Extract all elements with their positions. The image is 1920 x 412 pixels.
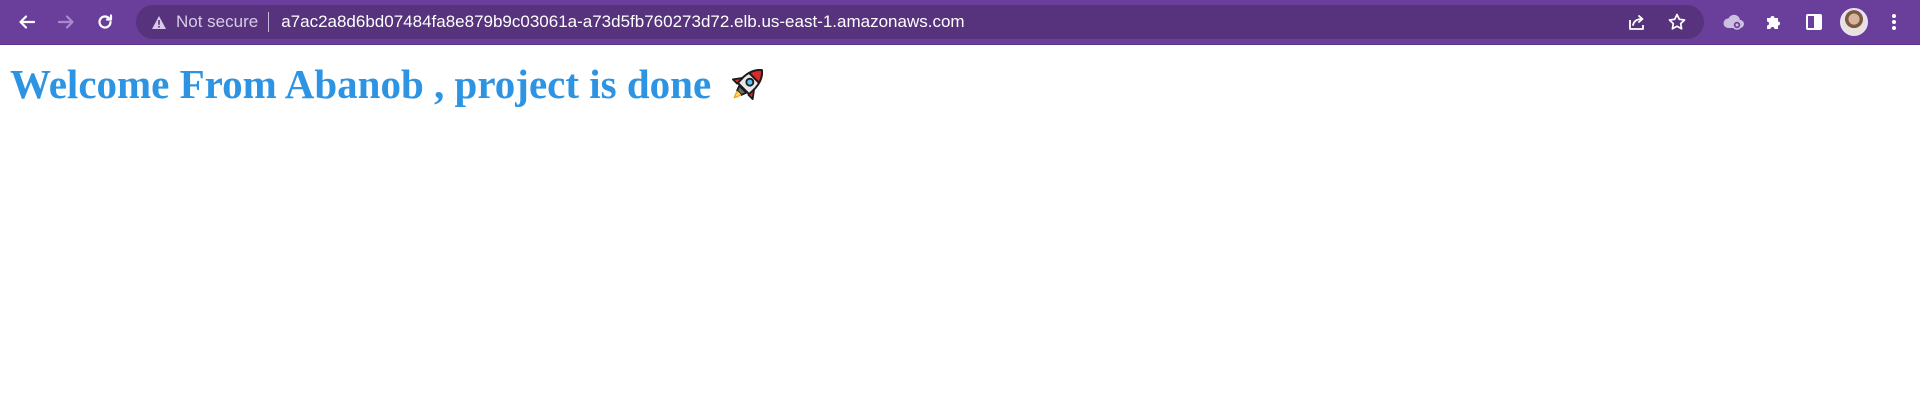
omnibox-actions — [1614, 5, 1694, 39]
browser-actions — [1712, 4, 1912, 40]
menu-button[interactable] — [1876, 4, 1912, 40]
url-text[interactable]: a7ac2a8d6bd07484fa8e879b9c03061a-a73d5fb… — [281, 12, 964, 32]
share-button[interactable] — [1620, 5, 1654, 39]
cloud-icon — [1723, 14, 1744, 30]
reload-icon — [98, 14, 113, 29]
page-heading: Welcome From Abanob , project is done — [10, 60, 1910, 109]
avatar — [1840, 8, 1868, 36]
cloud-extension-button[interactable] — [1716, 4, 1752, 40]
side-panel-icon — [1806, 14, 1822, 30]
security-status[interactable]: Not secure — [176, 12, 258, 32]
forward-button[interactable] — [48, 4, 84, 40]
bookmark-button[interactable] — [1660, 5, 1694, 39]
arrow-left-icon — [19, 15, 36, 29]
side-panel-button[interactable] — [1796, 4, 1832, 40]
puzzle-icon — [1767, 16, 1780, 29]
address-bar[interactable]: Not secure a7ac2a8d6bd07484fa8e879b9c030… — [136, 5, 1704, 39]
heading-text: Welcome From Abanob , project is done — [10, 61, 712, 107]
rocket-icon — [732, 68, 764, 100]
reload-button[interactable] — [87, 4, 123, 40]
back-button[interactable] — [9, 4, 45, 40]
page-content: Welcome From Abanob , project is done — [0, 45, 1920, 124]
star-icon — [1668, 13, 1686, 30]
browser-toolbar: Not secure a7ac2a8d6bd07484fa8e879b9c030… — [0, 0, 1920, 45]
omnibox-divider — [268, 12, 270, 32]
profile-button[interactable] — [1836, 4, 1872, 40]
kebab-menu-icon — [1892, 14, 1896, 30]
share-icon — [1629, 15, 1644, 30]
extensions-button[interactable] — [1756, 4, 1792, 40]
arrow-right-icon — [57, 15, 74, 29]
warning-icon[interactable] — [150, 13, 168, 31]
